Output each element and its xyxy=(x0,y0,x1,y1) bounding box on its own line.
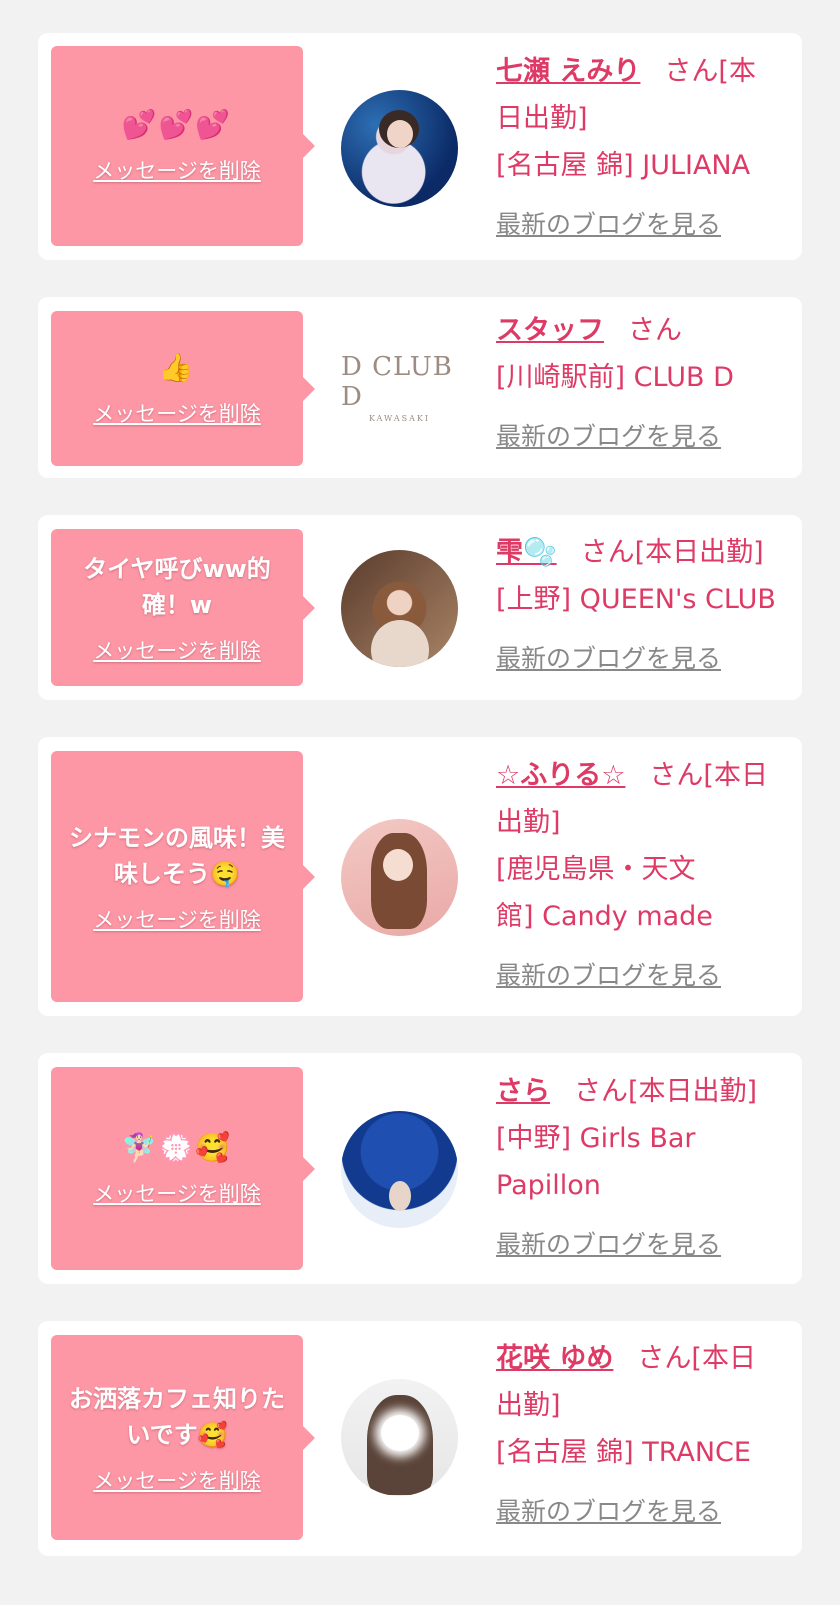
shop-name: [川崎駅前] CLUB D xyxy=(496,362,734,393)
message-text: 🧚🏻‍♀️💮🥰 xyxy=(121,1130,233,1164)
message-card: お洒落カフェ知りたいです🥰 メッセージを削除 花咲 ゆめ さん[本日出勤] [名古… xyxy=(38,1321,802,1556)
message-text: 👍 xyxy=(158,350,196,384)
latest-blog-link[interactable]: 最新のブログを見る xyxy=(496,952,721,999)
delete-message-link[interactable]: メッセージを削除 xyxy=(93,635,261,665)
user-info: 七瀬 えみり さん[本日出勤] [名古屋 錦] JULIANA 最新のブログを見る xyxy=(496,48,782,248)
user-name-link[interactable]: さら xyxy=(496,1076,550,1107)
message-card: タイヤ呼びww的確！w メッセージを削除 雫🫧 さん[本日出勤] [上野] QUE… xyxy=(38,515,802,700)
message-bubble: 👍 メッセージを削除 xyxy=(51,311,315,466)
latest-blog-link[interactable]: 最新のブログを見る xyxy=(496,201,721,248)
shop-name: [名古屋 錦] TRANCE xyxy=(496,1437,751,1468)
message-text: 💕💕💕 xyxy=(121,108,233,141)
user-info: 雫🫧 さん[本日出勤] [上野] QUEEN's CLUB 最新のブログを見る xyxy=(496,529,782,682)
user-name-link[interactable]: 花咲 ゆめ xyxy=(496,1343,613,1374)
user-info: さら さん[本日出勤] [中野] Girls Bar Papillon 最新のブロ… xyxy=(496,1068,782,1268)
user-suffix: さん[本日出勤] xyxy=(580,537,764,568)
message-bubble: お洒落カフェ知りたいです🥰 メッセージを削除 xyxy=(51,1335,315,1540)
latest-blog-link[interactable]: 最新のブログを見る xyxy=(496,635,721,682)
delete-message-link[interactable]: メッセージを削除 xyxy=(93,1178,261,1208)
shop-name: [名古屋 錦] JULIANA xyxy=(496,150,751,181)
avatar-figure xyxy=(389,1181,411,1211)
avatar-face xyxy=(387,120,413,148)
user-suffix: さん xyxy=(628,315,682,346)
message-text: タイヤ呼びww的確！w xyxy=(83,554,271,619)
avatar[interactable] xyxy=(341,1379,458,1496)
avatar[interactable] xyxy=(341,550,458,667)
delete-message-link[interactable]: メッセージを削除 xyxy=(93,155,261,185)
logo-subtext: KAWASAKI xyxy=(368,414,431,423)
shop-logo[interactable]: D CLUB D KAWASAKI xyxy=(341,329,458,446)
latest-blog-link[interactable]: 最新のブログを見る xyxy=(496,1221,721,1268)
avatar[interactable] xyxy=(341,819,458,936)
avatar-hair xyxy=(371,833,427,929)
message-bubble: タイヤ呼びww的確！w メッセージを削除 xyxy=(51,529,315,686)
message-text: お洒落カフェ知りたいです🥰 xyxy=(69,1384,285,1449)
message-bubble: シナモンの風味！美味しそう🤤 メッセージを削除 xyxy=(51,751,315,1002)
shop-name: [中野] Girls Bar Papillon xyxy=(496,1123,696,1201)
message-card: 🧚🏻‍♀️💮🥰 メッセージを削除 さら さん[本日出勤] [中野] Girls B… xyxy=(38,1053,802,1284)
avatar-face xyxy=(383,849,413,881)
avatar[interactable] xyxy=(341,1111,458,1228)
shop-name: [上野] QUEEN's CLUB xyxy=(496,584,776,615)
delete-message-link[interactable]: メッセージを削除 xyxy=(93,1465,261,1495)
user-suffix: さん[本日出勤] xyxy=(574,1076,758,1107)
user-name-link[interactable]: ☆ふりる☆ xyxy=(496,760,625,791)
shop-name: [鹿児島県・天文館] Candy made xyxy=(496,854,713,932)
latest-blog-link[interactable]: 最新のブログを見る xyxy=(496,1488,721,1535)
user-name-link[interactable]: スタッフ xyxy=(496,315,604,346)
delete-message-link[interactable]: メッセージを削除 xyxy=(93,398,261,428)
avatar-face-heart xyxy=(381,1415,419,1451)
delete-message-link[interactable]: メッセージを削除 xyxy=(93,904,261,934)
message-card: シナモンの風味！美味しそう🤤 メッセージを削除 ☆ふりる☆ さん[本日出勤] [鹿… xyxy=(38,737,802,1016)
message-bubble: 🧚🏻‍♀️💮🥰 メッセージを削除 xyxy=(51,1067,315,1270)
user-info: ☆ふりる☆ さん[本日出勤] [鹿児島県・天文館] Candy made 最新のブ… xyxy=(496,752,782,999)
latest-blog-link[interactable]: 最新のブログを見る xyxy=(496,413,721,460)
avatar-body xyxy=(371,620,429,667)
user-info: スタッフ さん [川崎駅前] CLUB D 最新のブログを見る xyxy=(496,307,782,460)
user-name-link[interactable]: 雫🫧 xyxy=(496,537,557,568)
logo-text: D CLUB D xyxy=(341,352,453,412)
message-card: 👍 メッセージを削除 D CLUB D KAWASAKI スタッフ さん [川崎駅… xyxy=(38,297,802,478)
user-name-link[interactable]: 七瀬 えみり xyxy=(496,56,640,87)
message-bubble: 💕💕💕 メッセージを削除 xyxy=(51,46,315,246)
message-list: 💕💕💕 メッセージを削除 七瀬 えみり さん[本日出勤] [名古屋 錦] JULI… xyxy=(38,33,802,1593)
avatar[interactable] xyxy=(341,90,458,207)
message-card: 💕💕💕 メッセージを削除 七瀬 えみり さん[本日出勤] [名古屋 錦] JULI… xyxy=(38,33,802,260)
message-text: シナモンの風味！美味しそう🤤 xyxy=(69,823,285,888)
user-info: 花咲 ゆめ さん[本日出勤] [名古屋 錦] TRANCE 最新のブログを見る xyxy=(496,1335,782,1535)
